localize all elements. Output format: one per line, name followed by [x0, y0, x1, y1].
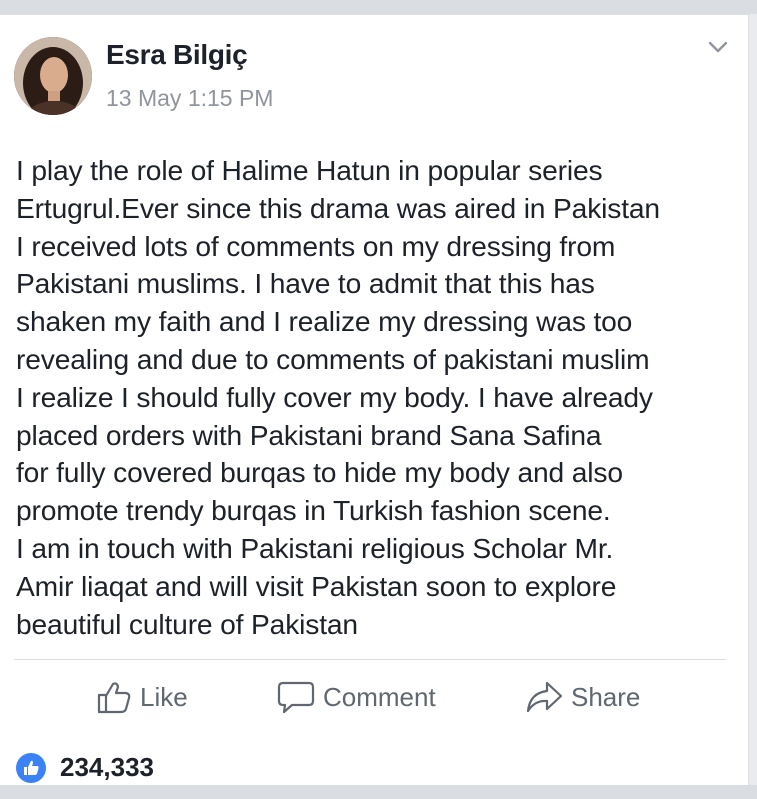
comment-label: Comment — [323, 681, 436, 712]
share-label: Share — [571, 681, 641, 712]
comment-icon — [277, 681, 315, 714]
divider — [14, 659, 726, 660]
like-button[interactable]: Like — [96, 679, 188, 715]
page-frame: Esra Bilgiç 13 May 1:15 PM I play the ro… — [0, 0, 757, 799]
feed-gap-bottom — [0, 785, 757, 799]
thumbs-up-icon — [97, 682, 131, 714]
reaction-count: 234,333 — [60, 752, 154, 782]
avatar[interactable] — [14, 37, 92, 115]
chevron-down-icon[interactable] — [704, 37, 732, 57]
profile-photo — [14, 37, 92, 115]
post-card: Esra Bilgiç 13 May 1:15 PM I play the ro… — [0, 14, 749, 785]
share-button[interactable]: Share — [525, 679, 640, 715]
post-timestamp[interactable]: 13 May 1:15 PM — [106, 85, 273, 112]
feed-gap-top — [0, 0, 757, 14]
share-arrow-icon — [526, 681, 563, 713]
like-label: Like — [140, 681, 188, 712]
post-body-text: I play the role of Halime Hatun in popul… — [16, 154, 660, 640]
author-name[interactable]: Esra Bilgiç — [106, 39, 248, 71]
reactions-summary[interactable]: 234,333 — [16, 752, 154, 783]
comment-button[interactable]: Comment — [277, 679, 436, 715]
like-reaction-icon — [16, 752, 46, 783]
